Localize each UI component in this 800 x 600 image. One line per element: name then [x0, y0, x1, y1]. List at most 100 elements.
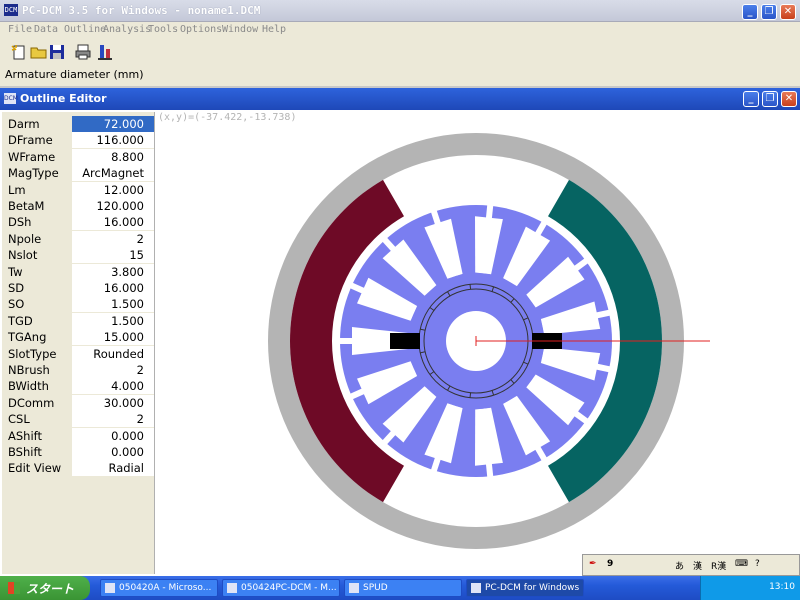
param-row-lm[interactable]: Lm 12.000 — [2, 181, 154, 198]
menu-outline[interactable]: Outline — [64, 24, 106, 35]
param-value[interactable]: ArcMagnet — [82, 166, 144, 180]
task-label: 050424PC-DCM - M... — [241, 583, 337, 593]
save-icon[interactable] — [48, 43, 66, 61]
task-item-spud[interactable]: SPUD — [344, 579, 462, 597]
param-row-darm[interactable]: Darm 72.000 — [2, 116, 154, 132]
ime-chars[interactable]: 漢 — [693, 559, 702, 572]
motor-outline-canvas[interactable] — [156, 112, 798, 574]
param-name: Lm — [8, 182, 26, 197]
clock: 13:10 — [769, 582, 795, 592]
app-title-bar: DCM PC-DCM 3.5 for Windows - noname1.DCM… — [0, 0, 800, 22]
param-row-dcomm[interactable]: DComm 30.000 — [2, 394, 154, 411]
param-name: AShift — [8, 428, 43, 443]
outline-editor-title: Outline Editor — [20, 92, 107, 105]
maximize-button[interactable]: ❐ — [761, 4, 777, 20]
motor-icon[interactable] — [96, 43, 114, 61]
cursor-coordinates: (x,y)=(-37.422,-13.738) — [158, 112, 297, 123]
param-value[interactable]: 30.000 — [104, 396, 144, 410]
child-minimize-button[interactable]: _ — [743, 91, 759, 107]
param-value[interactable]: 15.000 — [104, 330, 144, 344]
param-name: WFrame — [8, 149, 56, 164]
param-value[interactable]: 2 — [137, 412, 144, 426]
ime-mode[interactable]: あ — [675, 559, 684, 572]
menu-file[interactable]: File — [8, 24, 32, 35]
param-row-bshift[interactable]: BShift 0.000 — [2, 444, 154, 460]
print-icon[interactable] — [74, 43, 92, 61]
task-item-pcdcm-doc[interactable]: 050424PC-DCM - M... — [222, 579, 340, 597]
child-close-button[interactable]: ✕ — [781, 91, 797, 107]
new-icon[interactable] — [10, 43, 28, 61]
start-button[interactable]: スタート — [0, 576, 90, 600]
param-value[interactable]: 116.000 — [96, 133, 144, 147]
menu-help[interactable]: Help — [262, 24, 286, 35]
toolbar — [0, 40, 800, 64]
param-row-tgd[interactable]: TGD 1.500 — [2, 312, 154, 329]
menu-data[interactable]: Data — [34, 24, 58, 35]
param-row-magtype[interactable]: MagType ArcMagnet — [2, 165, 154, 182]
menu-analysis[interactable]: Analysis — [103, 24, 151, 35]
param-row-betam[interactable]: BetaM 120.000 — [2, 198, 154, 214]
param-value[interactable]: 8.800 — [111, 150, 144, 164]
param-value[interactable]: 12.000 — [104, 183, 144, 197]
param-value[interactable]: 0.000 — [111, 445, 144, 459]
param-row-edit-view[interactable]: Edit View Radial — [2, 460, 154, 477]
ime-caps-icon[interactable]: 9 — [607, 559, 613, 569]
param-row-bwidth[interactable]: BWidth 4.000 — [2, 378, 154, 395]
param-row-tw[interactable]: Tw 3.800 — [2, 263, 154, 280]
param-value[interactable]: 15 — [129, 248, 144, 262]
ime-help-icon[interactable]: ? — [755, 559, 760, 569]
param-row-dframe[interactable]: DFrame 116.000 — [2, 132, 154, 149]
param-name: SD — [8, 281, 25, 295]
param-value[interactable]: 1.500 — [111, 297, 144, 311]
param-value[interactable]: 120.000 — [96, 199, 144, 213]
ime-icon[interactable]: ✒ — [589, 559, 597, 569]
param-row-nbrush[interactable]: NBrush 2 — [2, 362, 154, 378]
outline-editor-window: DCM Outline Editor _ ❐ ✕ Darm 72.000 DFram… — [0, 88, 800, 576]
close-button[interactable]: ✕ — [780, 4, 796, 20]
param-value[interactable]: 16.000 — [104, 215, 144, 229]
param-name: Nslot — [8, 248, 38, 263]
param-row-so[interactable]: SO 1.500 — [2, 296, 154, 313]
task-label: SPUD — [363, 583, 388, 593]
param-value[interactable]: 16.000 — [104, 281, 144, 295]
ime-pad-icon[interactable]: ⌨ — [735, 559, 748, 569]
param-value[interactable]: Radial — [108, 461, 144, 475]
param-name: Tw — [8, 264, 23, 279]
param-row-sd[interactable]: SD 16.000 — [2, 280, 154, 296]
menu-options[interactable]: Options — [180, 24, 222, 35]
param-row-csl[interactable]: CSL 2 — [2, 411, 154, 428]
ime-language-bar: ✒ 9 あ 漢 R漢 ⌨ ? — [582, 554, 800, 576]
ie-icon — [349, 583, 359, 593]
task-item-word-doc[interactable]: 050420A - Microso... — [100, 579, 218, 597]
ime-kana[interactable]: R漢 — [711, 559, 726, 572]
param-row-nslot[interactable]: Nslot 15 — [2, 247, 154, 264]
param-name: MagType — [8, 166, 59, 181]
param-value[interactable]: 0.000 — [111, 429, 144, 443]
param-name: TGAng — [8, 330, 47, 345]
task-item-pcdcm-app[interactable]: PC-DCM for Windows — [466, 579, 584, 597]
word-icon — [227, 583, 237, 593]
param-name: BShift — [8, 445, 42, 459]
commutator-segment — [469, 392, 472, 398]
param-value[interactable]: Rounded — [93, 347, 144, 361]
minimize-button[interactable]: _ — [742, 4, 758, 20]
task-label: PC-DCM for Windows — [485, 583, 580, 593]
param-name: TGD — [8, 313, 33, 328]
param-value[interactable]: 2 — [137, 232, 144, 246]
task-label: 050420A - Microso... — [119, 583, 212, 593]
param-value[interactable]: 1.500 — [111, 314, 144, 328]
param-value[interactable]: 4.000 — [111, 379, 144, 393]
menu-window[interactable]: Window — [222, 24, 258, 35]
param-value[interactable]: 72.000 — [104, 117, 144, 131]
menu-tools[interactable]: Tools — [148, 24, 178, 35]
param-value[interactable]: 3.800 — [111, 265, 144, 279]
param-row-slottype[interactable]: SlotType Rounded — [2, 345, 154, 362]
param-row-npole[interactable]: Npole 2 — [2, 230, 154, 247]
param-row-tgang[interactable]: TGAng 15.000 — [2, 329, 154, 346]
child-maximize-button[interactable]: ❐ — [762, 91, 778, 107]
param-row-dsh[interactable]: DSh 16.000 — [2, 214, 154, 231]
param-row-wframe[interactable]: WFrame 8.800 — [2, 148, 154, 165]
param-row-ashift[interactable]: AShift 0.000 — [2, 427, 154, 444]
open-icon[interactable] — [30, 43, 48, 61]
param-value[interactable]: 2 — [137, 363, 144, 377]
